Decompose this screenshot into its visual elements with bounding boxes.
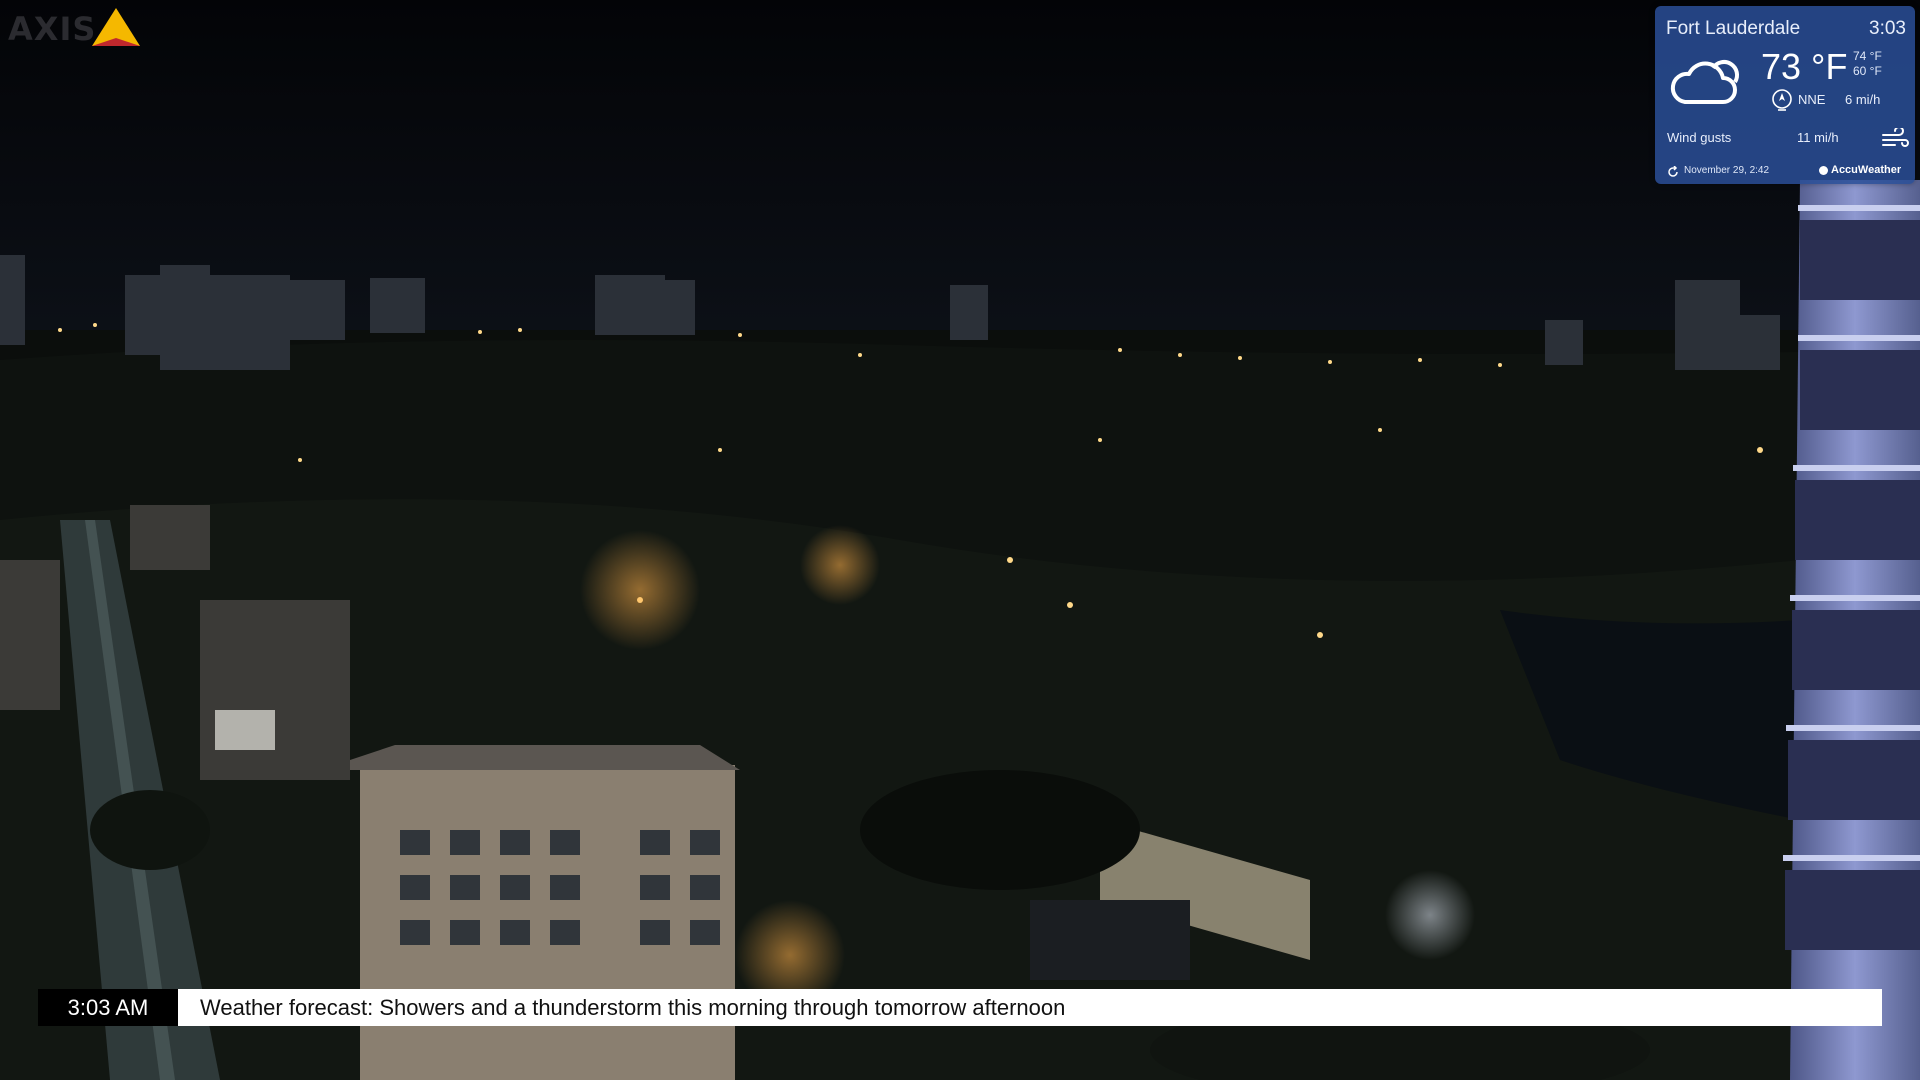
wind-compass-icon (1772, 89, 1792, 111)
cloud-icon (1670, 60, 1739, 104)
news-ticker: 3:03 AM Weather forecast: Showers and a … (38, 989, 1882, 1026)
logo-triangle-icon (92, 8, 140, 46)
weather-widget: Fort Lauderdale 3:03 73 °F 74 °F 60 °F N… (1655, 6, 1915, 184)
ticker-time: 3:03 AM (38, 989, 178, 1026)
wind-direction: NNE (1798, 92, 1826, 107)
logo-wordmark: AXIS (8, 10, 97, 48)
ticker-message: Weather forecast: Showers and a thunders… (200, 994, 1066, 1020)
weather-low: 60 °F (1853, 64, 1882, 78)
refresh-icon (1668, 166, 1678, 177)
weather-high: 74 °F (1853, 49, 1882, 63)
axis-logo: AXIS (6, 4, 140, 50)
wind-gusts-label: Wind gusts (1667, 130, 1732, 145)
wind-gusts-value: 11 mi/h (1797, 130, 1839, 145)
wind-speed: 6 mi/h (1845, 92, 1881, 107)
weather-provider: AccuWeather (1831, 164, 1902, 176)
weather-temperature: 73 °F (1761, 46, 1848, 87)
wind-icon (1882, 128, 1909, 147)
weather-updated-time: November 29, 2:42 (1684, 165, 1770, 176)
camera-feed-image (0, 0, 1920, 1080)
weather-city: Fort Lauderdale (1666, 18, 1801, 39)
accuweather-logo-icon (1819, 166, 1828, 175)
weather-time: 3:03 (1869, 18, 1906, 39)
